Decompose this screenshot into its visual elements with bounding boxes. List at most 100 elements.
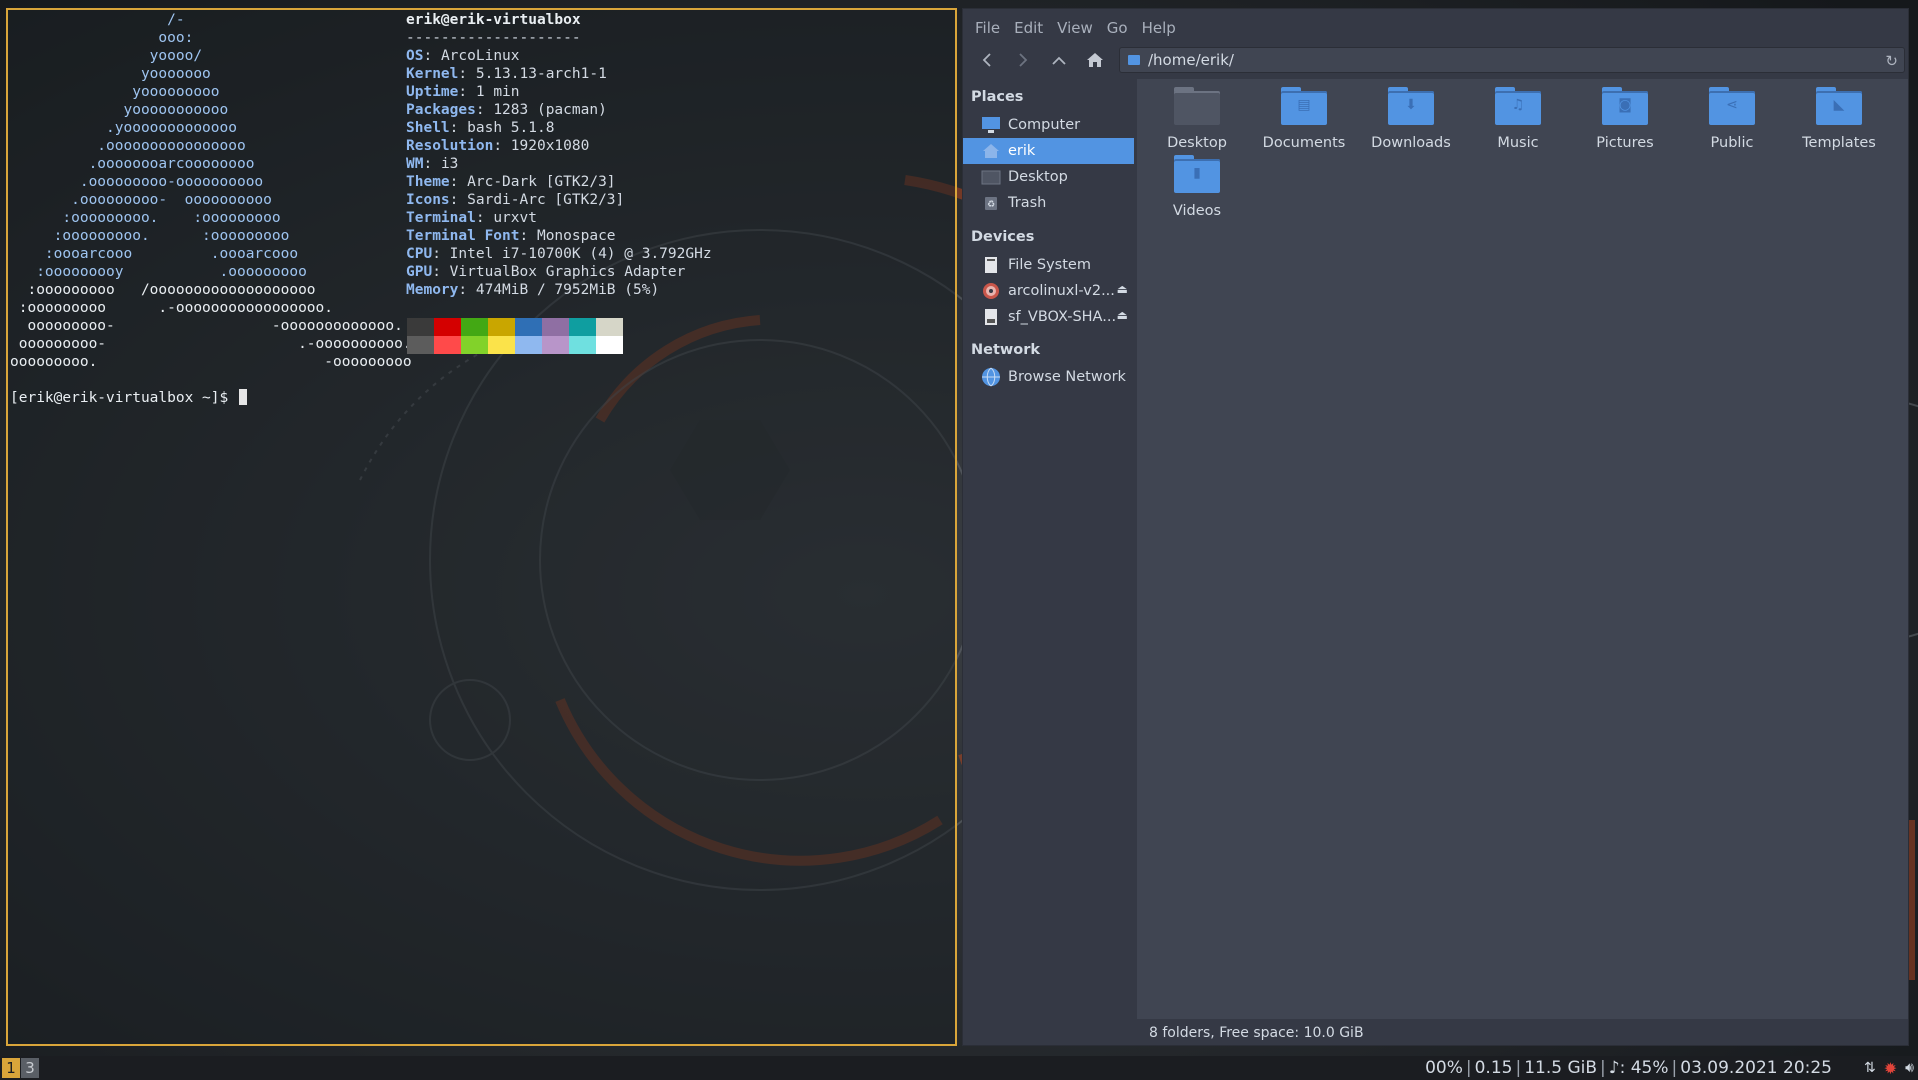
memory-usage: 11.5 GiB [1524, 1058, 1598, 1078]
trash-icon: ♻ [981, 194, 1001, 212]
file-manager-window[interactable]: File Edit View Go Help /home/erik/ ↻ Pla… [962, 8, 1909, 1046]
ascii-art-line: yoooo/ [10, 48, 203, 64]
home-icon [1087, 53, 1103, 67]
sidebar-item-arcolinux-iso[interactable]: arcolinuxl-v2... ⏏ [963, 278, 1134, 304]
ascii-art-line: yooooooooooo [10, 102, 229, 118]
update-gear-icon[interactable]: ✹ [1884, 1059, 1897, 1078]
ascii-art-line: ooooooooo- -ooooooooooooo. [10, 318, 403, 334]
folder-label: Public [1710, 135, 1754, 151]
sidebar-item-file-system[interactable]: File System [963, 252, 1134, 278]
folder-item[interactable]: ▤ Documents [1251, 87, 1357, 159]
folder-label: Templates [1802, 135, 1876, 151]
menu-view[interactable]: View [1051, 15, 1101, 37]
color-palette [407, 318, 623, 354]
sidebar-item-shared-folder[interactable]: sf_VBOX-SHA... ⏏ [963, 304, 1134, 330]
workspace-3-button[interactable]: 3 [21, 1058, 39, 1078]
ascii-art-line: /- [10, 12, 185, 28]
info-key: Terminal [406, 210, 476, 226]
info-row: Uptime: 1 min [406, 84, 520, 100]
sidebar-item-browse-network[interactable]: Browse Network [963, 364, 1134, 390]
sidebar-item-trash[interactable]: ♻ Trash [963, 190, 1134, 216]
info-key: Kernel [406, 66, 459, 82]
volume-icon[interactable]: 🔊︎ [1905, 1060, 1914, 1076]
info-value: 1 min [475, 84, 520, 100]
sidebar-item-label: Browse Network [1008, 369, 1126, 385]
eject-icon[interactable]: ⏏ [1117, 308, 1128, 322]
ascii-art-line: .oooooooooooooooo [10, 138, 246, 154]
menu-help[interactable]: Help [1136, 15, 1184, 37]
sidebar-item-desktop[interactable]: Desktop [963, 164, 1134, 190]
palette-swatch [569, 318, 596, 336]
folder-label: Desktop [1167, 135, 1227, 151]
sidebar-item-label: arcolinuxl-v2... [1008, 283, 1115, 299]
info-row: WM: i3 [406, 156, 459, 172]
info-value: ArcoLinux [440, 48, 520, 64]
back-button[interactable] [973, 47, 1001, 73]
folder-item[interactable]: Desktop [1144, 87, 1250, 159]
info-value: bash 5.1.8 [467, 120, 555, 136]
ascii-art-line: yooooooooo [10, 84, 220, 100]
folder-label: Videos [1172, 203, 1222, 219]
sidebar-item-label: sf_VBOX-SHA... [1008, 309, 1117, 325]
system-tray: ⇅ ✹ 🔊︎ [1864, 1058, 1914, 1078]
location-bar[interactable]: /home/erik/ ↻ [1119, 47, 1905, 73]
workspace-1-button[interactable]: 1 [2, 1058, 20, 1078]
info-key: Packages [406, 102, 476, 118]
ascii-art-line: :oooarcooo .oooarcooo [10, 246, 299, 262]
folder-item[interactable]: ♫ Music [1465, 87, 1571, 159]
info-key: Terminal Font [406, 228, 520, 244]
info-value: 1920x1080 [510, 138, 590, 154]
menu-file[interactable]: File [969, 15, 1008, 37]
home-button[interactable] [1081, 47, 1109, 73]
info-row: Shell: bash 5.1.8 [406, 120, 555, 136]
ascii-art-line: .ooooooooo- oooooooooo [10, 192, 272, 208]
status-bar: 8 folders, Free space: 10.0 GiB [1137, 1021, 1908, 1045]
sidebar-item-label: Trash [1008, 195, 1047, 211]
info-key: Resolution [406, 138, 494, 154]
palette-swatch [407, 336, 434, 354]
distro-ascii-logo: /- ooo: yoooo/ yooooooo yooooooooo yoooo… [10, 11, 412, 371]
menu-bar: File Edit View Go Help [963, 9, 1908, 43]
volume-level: ♪: 45% [1608, 1058, 1669, 1078]
folder-item[interactable]: ◣ Templates [1786, 87, 1892, 159]
folder-icon [1128, 55, 1140, 65]
palette-swatch [407, 318, 434, 336]
shell-prompt[interactable]: [erik@erik-virtualbox ~]$ [10, 389, 247, 407]
up-button[interactable] [1045, 47, 1073, 73]
sidebar-heading-devices: Devices [971, 229, 1035, 245]
info-key: Memory [406, 282, 459, 298]
sidebar-item-computer[interactable]: Computer [963, 112, 1134, 138]
folder-item[interactable]: ◙ Pictures [1572, 87, 1678, 159]
folder-item[interactable]: ⋖ Public [1679, 87, 1785, 159]
ascii-art-line: :ooooooooy .ooooooooo [10, 264, 307, 280]
menu-edit[interactable]: Edit [1008, 15, 1051, 37]
folder-item[interactable]: ▮ Videos [1144, 155, 1250, 227]
cpu-usage: 00% [1425, 1058, 1463, 1078]
network-arrows-icon[interactable]: ⇅ [1864, 1060, 1876, 1076]
eject-icon[interactable]: ⏏ [1117, 282, 1128, 296]
sidebar-item-erik[interactable]: erik [963, 138, 1134, 164]
info-value: 474MiB / 7952MiB (5%) [475, 282, 660, 298]
folder-view[interactable]: Desktop ▤ Documents ⬇ Downloads ♫ Music ◙ Pictur… [1137, 79, 1908, 1019]
forward-button[interactable] [1009, 47, 1037, 73]
info-key: Theme [406, 174, 450, 190]
palette-swatch [488, 336, 515, 354]
menu-go[interactable]: Go [1101, 15, 1136, 37]
terminal-window[interactable]: /- ooo: yoooo/ yooooooo yooooooooo yoooo… [6, 8, 957, 1046]
palette-swatch [515, 336, 542, 354]
info-value: Monospace [536, 228, 616, 244]
folder-item[interactable]: ⬇ Downloads [1358, 87, 1464, 159]
prompt-text: [erik@erik-virtualbox ~]$ [10, 390, 237, 406]
system-info: erik@erik-virtualbox -------------------… [406, 11, 946, 299]
sidebar-item-label: erik [1008, 143, 1036, 159]
user-host: erik@erik-virtualbox [406, 12, 581, 28]
info-key: OS [406, 48, 424, 64]
palette-swatch [461, 336, 488, 354]
reload-icon[interactable]: ↻ [1885, 52, 1898, 70]
home-icon [981, 142, 1001, 160]
status-text: 8 folders, Free space: 10.0 GiB [1149, 1025, 1364, 1041]
public-folder-icon: ⋖ [1709, 87, 1755, 125]
toolbar: /home/erik/ ↻ [963, 45, 1908, 75]
info-row: Resolution: 1920x1080 [406, 138, 590, 154]
palette-swatch [542, 318, 569, 336]
